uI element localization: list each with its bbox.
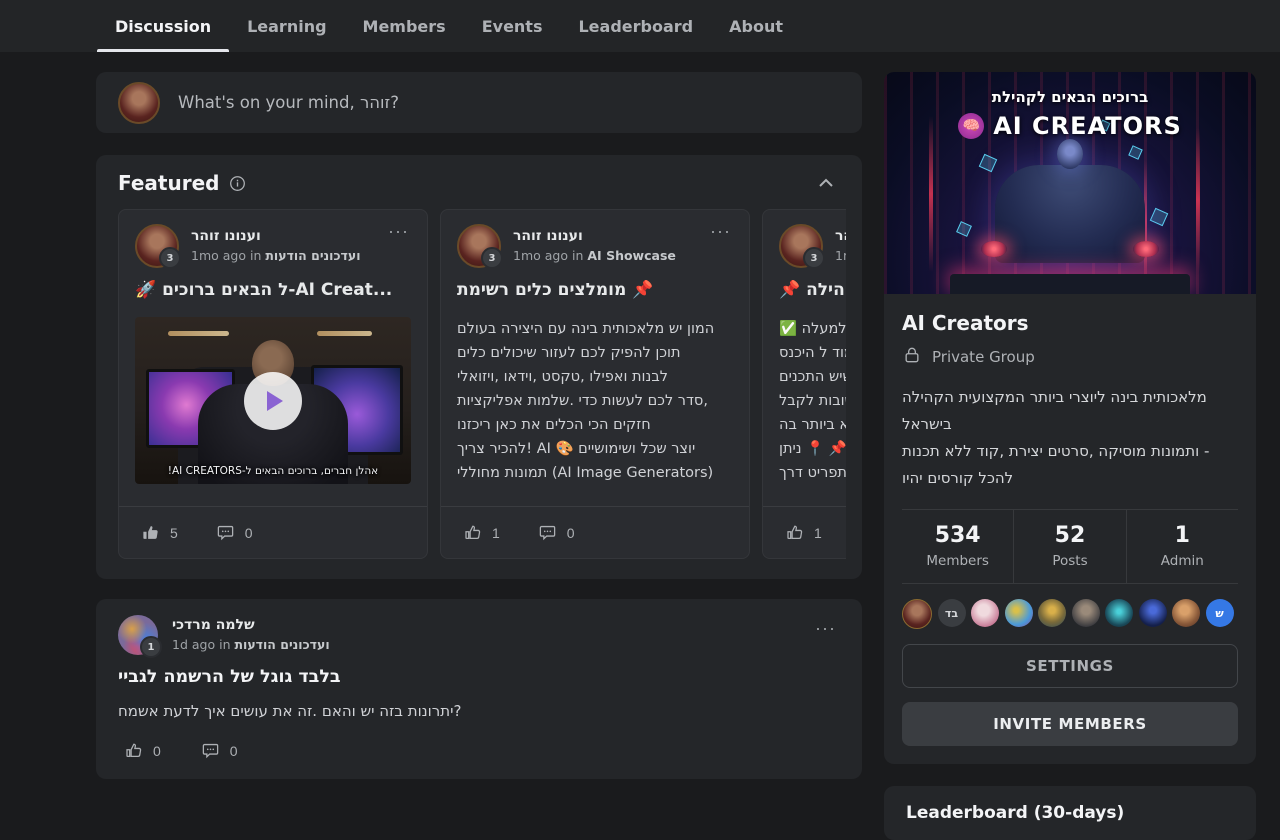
group-description: הקהילה המקצועית ביותר ליוצרי בינה מלאכות… [902,384,1238,492]
avatar[interactable]: 1 [118,615,158,655]
more-options-icon[interactable]: ··· [382,220,415,243]
like-count: 1 [814,525,822,541]
comment-count: 0 [245,525,253,541]
post-meta: 1mo ago in הודעות ועדכונים [191,248,361,264]
member-avatar[interactable] [1038,599,1066,627]
composer-placeholder: What's on your mind, זוהר? [178,93,399,112]
tab-events[interactable]: Events [464,0,561,52]
channel-name[interactable]: AI Showcase [587,248,676,263]
post-body: אשמח לדעת איך עושים את זה. והאם יש בזה י… [118,702,840,720]
invite-members-button[interactable]: INVITE MEMBERS [902,702,1238,746]
banner-keyboard [950,274,1190,294]
like-button[interactable]: 0 [118,740,167,761]
stat-admin[interactable]: 1 Admin [1126,510,1238,583]
post-meta: 1mo ago in AI Showcase [513,248,676,264]
brain-icon: 🧠 [958,113,984,139]
comment-button[interactable]: 0 [195,740,244,761]
post-body: בעולם היצירה עם בינה מלאכותית יש המוןכלי… [457,317,733,485]
comment-count: 0 [567,525,575,541]
stat-members[interactable]: 534 Members [902,510,1013,583]
channel-name[interactable]: הודעות ועדכונים [234,637,329,652]
channel-name[interactable]: הודעות ועדכונים [265,248,360,263]
featured-card-tools[interactable]: 3 זוהר וענונו 1mo ago in AI Showcase ···… [440,209,750,559]
tab-leaderboard[interactable]: Leaderboard [560,0,711,52]
post-meta: 1mo [835,248,846,264]
tab-members[interactable]: Members [345,0,464,52]
post-body: ✅ למעלה ?היכנס ל עמודהתכנים שישלקבל תשוב… [779,317,846,485]
comment-button[interactable]: 0 [210,522,259,543]
avatar[interactable]: 3 [457,224,501,268]
video-caption: אהלן חברים, ברוכים הבאים ל-AI CREATORS! [135,465,411,477]
info-icon[interactable] [227,173,248,194]
tab-learning[interactable]: Learning [229,0,344,52]
top-nav: Discussion Learning Members Events Leade… [0,0,1280,52]
member-avatar[interactable] [1072,599,1100,627]
group-sidebar: ברוכים הבאים לקהילת 🧠 AI CREATORS AI Cre… [884,72,1256,840]
author-name[interactable]: מרדכי שלמה [172,617,330,635]
featured-card-welcome[interactable]: 3 זוהר וענונו 1mo ago in הודעות ועדכונים… [118,209,428,559]
author-name[interactable]: זוהר וענונו [191,228,361,246]
like-button[interactable]: 1 [779,522,828,543]
more-options-icon[interactable]: ··· [704,220,737,243]
avatar[interactable]: 3 [135,224,179,268]
settings-button[interactable]: SETTINGS [902,644,1238,688]
banner-figure [995,165,1145,263]
tab-discussion[interactable]: Discussion [97,0,229,52]
level-badge: 3 [159,247,181,269]
featured-title: Featured [118,171,219,195]
like-button[interactable]: 1 [457,522,506,543]
stat-posts[interactable]: 52 Posts [1013,510,1125,583]
group-banner-image[interactable]: ברוכים הבאים לקהילת 🧠 AI CREATORS [884,72,1256,294]
privacy-label: Private Group [932,348,1035,366]
member-avatar[interactable] [1172,599,1200,627]
play-icon [267,391,283,411]
lock-icon [902,345,922,369]
comment-count: 0 [230,743,238,759]
avatar[interactable]: 3 [779,224,823,268]
like-count: 5 [170,525,178,541]
post-title[interactable]: רשימת כלים מומלצים 📌 [457,280,733,300]
author-name[interactable]: זוהר וענונו [513,228,676,246]
group-stats: 534 Members 52 Posts 1 Admin [902,509,1238,584]
member-avatar[interactable] [1005,599,1033,627]
banner-welcome-text: ברוכים הבאים לקהילת [884,88,1256,106]
tab-about[interactable]: About [711,0,801,52]
feed-column: What's on your mind, זוהר? Featured 3 [96,72,862,779]
leaderboard-title: Leaderboard (30-days) [906,803,1234,823]
leaderboard-card: Leaderboard (30-days) [884,786,1256,840]
banner-brand-text: AI CREATORS [993,112,1182,140]
level-badge: 3 [803,247,825,269]
post-composer[interactable]: What's on your mind, זוהר? [96,72,862,133]
level-badge: 1 [140,636,162,658]
featured-cards-row: 3 זוהר וענונו 1mo ago in הודעות ועדכונים… [118,209,846,559]
comment-button[interactable]: 0 [532,522,581,543]
member-avatar[interactable] [902,599,932,629]
post-meta: 1d ago in הודעות ועדכונים [172,637,330,653]
member-avatars-row: בד ש [902,599,1238,629]
group-name[interactable]: AI Creators [902,311,1238,335]
level-badge: 3 [481,247,503,269]
like-count: 1 [492,525,500,541]
feed-post[interactable]: 1 מרדכי שלמה 1d ago in הודעות ועדכונים ·… [96,599,862,779]
play-button[interactable] [244,372,302,430]
member-avatar[interactable] [971,599,999,627]
member-avatar[interactable]: בד [938,599,966,627]
member-avatar[interactable]: ש [1206,599,1234,627]
video-thumbnail[interactable]: אהלן חברים, ברוכים הבאים ל-AI CREATORS! [135,317,411,484]
post-title[interactable]: 🚀 ברוכים הבאים ל-AI Creat... [135,280,411,300]
more-options-icon[interactable]: ··· [809,617,842,640]
member-avatar[interactable] [1105,599,1133,627]
chevron-up-icon[interactable] [816,176,836,190]
like-count: 0 [153,743,161,759]
featured-section: Featured 3 זוהר וענונו [96,155,862,579]
featured-card-community[interactable]: 3 זוהר וענונו 1mo 📌 קהילה ✅ למעלה ?היכנס… [762,209,846,559]
post-title[interactable]: לגביי הרשמה של גוגל בלבד [118,667,840,687]
community-page: Discussion Learning Members Events Leade… [0,0,1280,811]
post-title[interactable]: 📌 קהילה [779,280,846,300]
author-name[interactable]: זוהר וענונו [835,228,846,246]
avatar[interactable] [118,82,160,124]
like-button[interactable]: 5 [135,522,184,543]
member-avatar[interactable] [1139,599,1167,627]
group-card: ברוכים הבאים לקהילת 🧠 AI CREATORS AI Cre… [884,72,1256,764]
